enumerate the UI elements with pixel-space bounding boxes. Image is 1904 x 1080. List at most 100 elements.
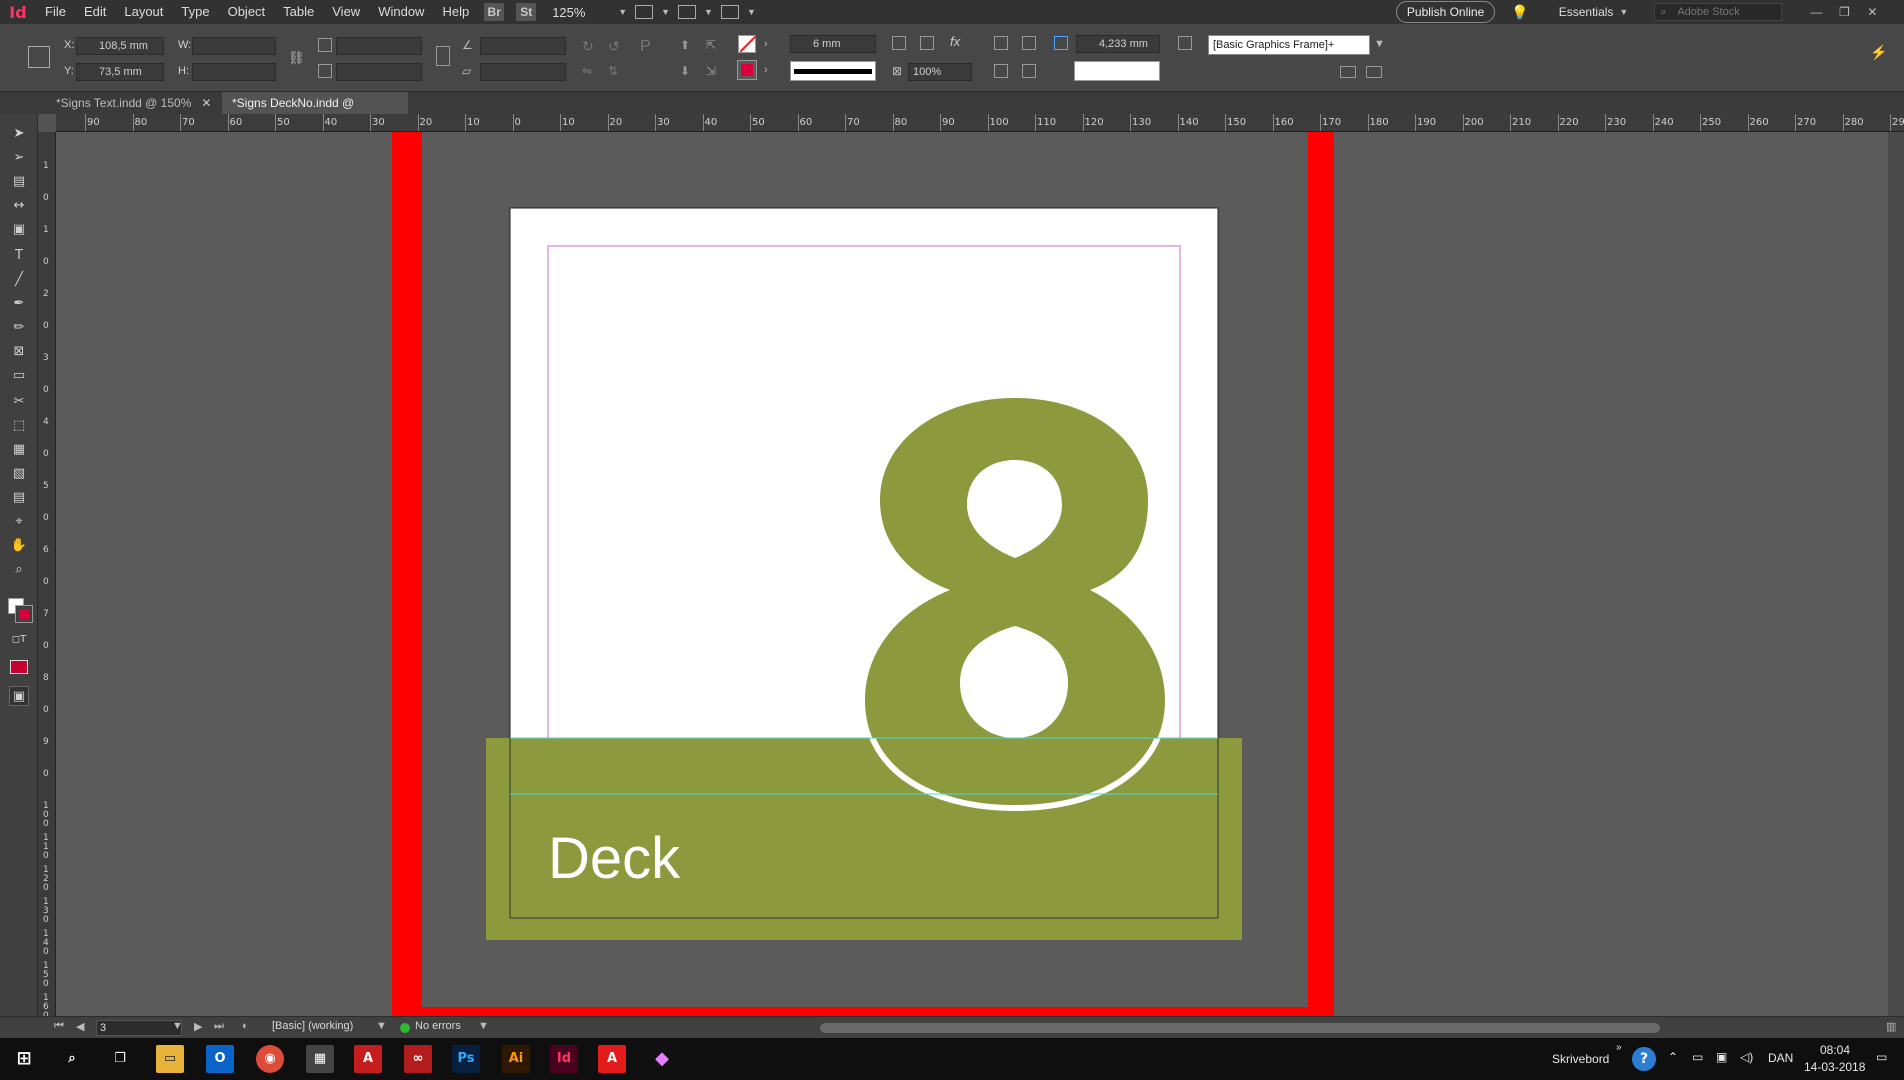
- offset-field[interactable]: 4,233 mm: [1076, 35, 1160, 53]
- master-status[interactable]: [Basic] (working): [272, 1020, 353, 1032]
- chrome-icon[interactable]: ◉: [256, 1045, 284, 1073]
- maps-icon[interactable]: ◆: [648, 1045, 676, 1073]
- calculator-icon[interactable]: ▦: [306, 1045, 334, 1073]
- chevron-right-icon[interactable]: ›: [764, 64, 768, 76]
- last-page-icon[interactable]: ⏭: [214, 1020, 224, 1033]
- zoom-level[interactable]: 125%: [552, 5, 612, 20]
- chevron-down-icon[interactable]: ▼: [1619, 7, 1628, 17]
- stroke-weight-field[interactable]: 6 mm: [790, 35, 876, 53]
- lightbulb-icon[interactable]: 💡: [1511, 4, 1528, 21]
- rectangle-tool-icon[interactable]: ▭: [9, 366, 29, 386]
- restore-icon[interactable]: ❐: [1830, 5, 1858, 19]
- menu-file[interactable]: File: [36, 0, 75, 24]
- gradient-swatch-tool-icon[interactable]: ▦: [9, 440, 29, 460]
- volume-icon[interactable]: ◁): [1740, 1050, 1753, 1064]
- stroke-type-selector[interactable]: [790, 61, 876, 81]
- selection-tool-icon[interactable]: ➤: [9, 124, 29, 144]
- show-hidden-icons[interactable]: ⌃: [1668, 1050, 1678, 1064]
- object-style-dropdown[interactable]: [Basic Graphics Frame]+: [1208, 35, 1370, 55]
- select-previous-icon[interactable]: ⇱: [706, 38, 720, 52]
- flip-horizontal-icon[interactable]: ⇋: [582, 64, 596, 78]
- chevron-down-icon[interactable]: ▼: [1374, 38, 1385, 50]
- chevron-up-icon[interactable]: »: [1616, 1042, 1622, 1053]
- split-view-icon[interactable]: ▥: [1886, 1020, 1896, 1033]
- hand-tool-icon[interactable]: ✋: [9, 536, 29, 556]
- direct-selection-tool-icon[interactable]: ➢: [9, 148, 29, 168]
- zoom-dropdown-icon[interactable]: ▼: [618, 7, 627, 17]
- help-icon[interactable]: ?: [1632, 1047, 1656, 1071]
- desktop-toolbar-label[interactable]: Skrivebord: [1552, 1052, 1609, 1066]
- frame-fitting-icon[interactable]: [892, 36, 906, 50]
- task-view-icon[interactable]: ❐: [106, 1045, 134, 1073]
- scale-y-icon[interactable]: [318, 64, 332, 78]
- scale-x-field[interactable]: [336, 37, 422, 55]
- line-tool-icon[interactable]: ╱: [9, 270, 29, 290]
- fill-none-swatch[interactable]: [738, 35, 756, 53]
- stroke-color-swatch[interactable]: [737, 60, 757, 80]
- x-field[interactable]: 108,5 mm: [76, 37, 164, 55]
- menu-view[interactable]: View: [323, 0, 369, 24]
- notifications-icon[interactable]: ▭: [1876, 1050, 1887, 1064]
- pen-tool-icon[interactable]: ✒: [9, 294, 29, 314]
- align-bottom-icon[interactable]: [994, 64, 1008, 78]
- adobe-stock-search[interactable]: ⌕ Adobe Stock: [1654, 3, 1783, 21]
- gradient-feather-tool-icon[interactable]: ▧: [9, 464, 29, 484]
- workspace-switcher[interactable]: Essentials: [1559, 5, 1614, 19]
- frame-preview[interactable]: [1074, 61, 1160, 81]
- vertical-scrollbar[interactable]: [1888, 132, 1904, 1025]
- close-icon[interactable]: ✕: [1858, 5, 1886, 19]
- open-page-icon[interactable]: ◐: [242, 1020, 249, 1032]
- acrobat-reader-icon[interactable]: A: [598, 1045, 626, 1073]
- preflight-status[interactable]: No errors: [415, 1020, 461, 1032]
- pencil-tool-icon[interactable]: ✏: [9, 318, 29, 338]
- apply-color-icon[interactable]: [10, 660, 28, 674]
- horizontal-scrollbar[interactable]: [820, 1023, 1660, 1033]
- gap-tool-icon[interactable]: ↔: [9, 196, 29, 216]
- drop-shadow-icon[interactable]: [920, 36, 934, 50]
- menu-object[interactable]: Object: [219, 0, 275, 24]
- shear-field[interactable]: [480, 63, 566, 81]
- chevron-down-icon[interactable]: ▼: [376, 1020, 387, 1032]
- y-field[interactable]: 73,5 mm: [76, 63, 164, 81]
- rotation-field[interactable]: [480, 37, 566, 55]
- screen-mode-icon[interactable]: ▣: [9, 686, 29, 706]
- chevron-down-icon[interactable]: ▼: [172, 1020, 183, 1032]
- formatting-container-icon[interactable]: ◻T: [9, 630, 29, 650]
- stroke-swatch[interactable]: [15, 605, 33, 623]
- rotate-cw-icon[interactable]: ↻: [582, 38, 596, 54]
- first-page-icon[interactable]: ⏮: [54, 1020, 64, 1033]
- text-frame-options-icon[interactable]: P: [640, 38, 654, 55]
- align-left-icon[interactable]: [994, 36, 1008, 50]
- chevron-down-icon[interactable]: ▼: [747, 7, 756, 17]
- illustrator-icon[interactable]: Ai: [502, 1045, 530, 1073]
- select-next-icon[interactable]: ⇲: [706, 64, 720, 78]
- height-field[interactable]: [192, 63, 276, 81]
- type-tool-icon[interactable]: T: [9, 246, 29, 266]
- clock-time[interactable]: 08:04: [1820, 1043, 1850, 1057]
- windows-start-icon[interactable]: ⊞: [10, 1045, 38, 1073]
- indesign-taskbar-icon[interactable]: Id: [550, 1045, 578, 1073]
- network-icon[interactable]: ▣: [1716, 1050, 1727, 1064]
- rectangle-frame-tool-icon[interactable]: ⊠: [9, 342, 29, 362]
- eyedropper-tool-icon[interactable]: ⌖: [9, 512, 29, 532]
- free-transform-tool-icon[interactable]: ⬚: [9, 416, 29, 436]
- search-icon[interactable]: ⌕: [58, 1045, 86, 1073]
- effects-icon[interactable]: fx: [950, 34, 964, 49]
- previous-page-icon[interactable]: ◀: [76, 1020, 84, 1033]
- vertical-ruler[interactable]: 1 0 1 0 2 0 3 0 4 0 5 0 6 0 7 0 8 0 9 0 1 0 0 1 1 0 1 2 0 1 3 0…: [38, 132, 56, 1025]
- select-container-icon[interactable]: ⬆: [680, 38, 694, 52]
- bridge-button[interactable]: Br: [484, 3, 505, 21]
- align-center-icon[interactable]: [1022, 36, 1036, 50]
- chevron-right-icon[interactable]: ›: [764, 38, 768, 50]
- language-indicator[interactable]: DAN: [1768, 1051, 1793, 1065]
- scissors-tool-icon[interactable]: ✂: [9, 392, 29, 412]
- select-content-icon[interactable]: ⬇: [680, 64, 694, 78]
- chevron-down-icon[interactable]: ▼: [661, 7, 670, 17]
- clear-overrides-icon[interactable]: [1340, 66, 1356, 78]
- tab-signs-text[interactable]: *Signs Text.indd @ 150% ✕: [46, 92, 222, 114]
- next-page-icon[interactable]: ▶: [194, 1020, 202, 1033]
- page-number-field[interactable]: 3: [96, 1020, 182, 1036]
- arrange-documents-icon[interactable]: [720, 5, 739, 19]
- note-tool-icon[interactable]: ▤: [9, 488, 29, 508]
- battery-icon[interactable]: ▭: [1692, 1050, 1703, 1064]
